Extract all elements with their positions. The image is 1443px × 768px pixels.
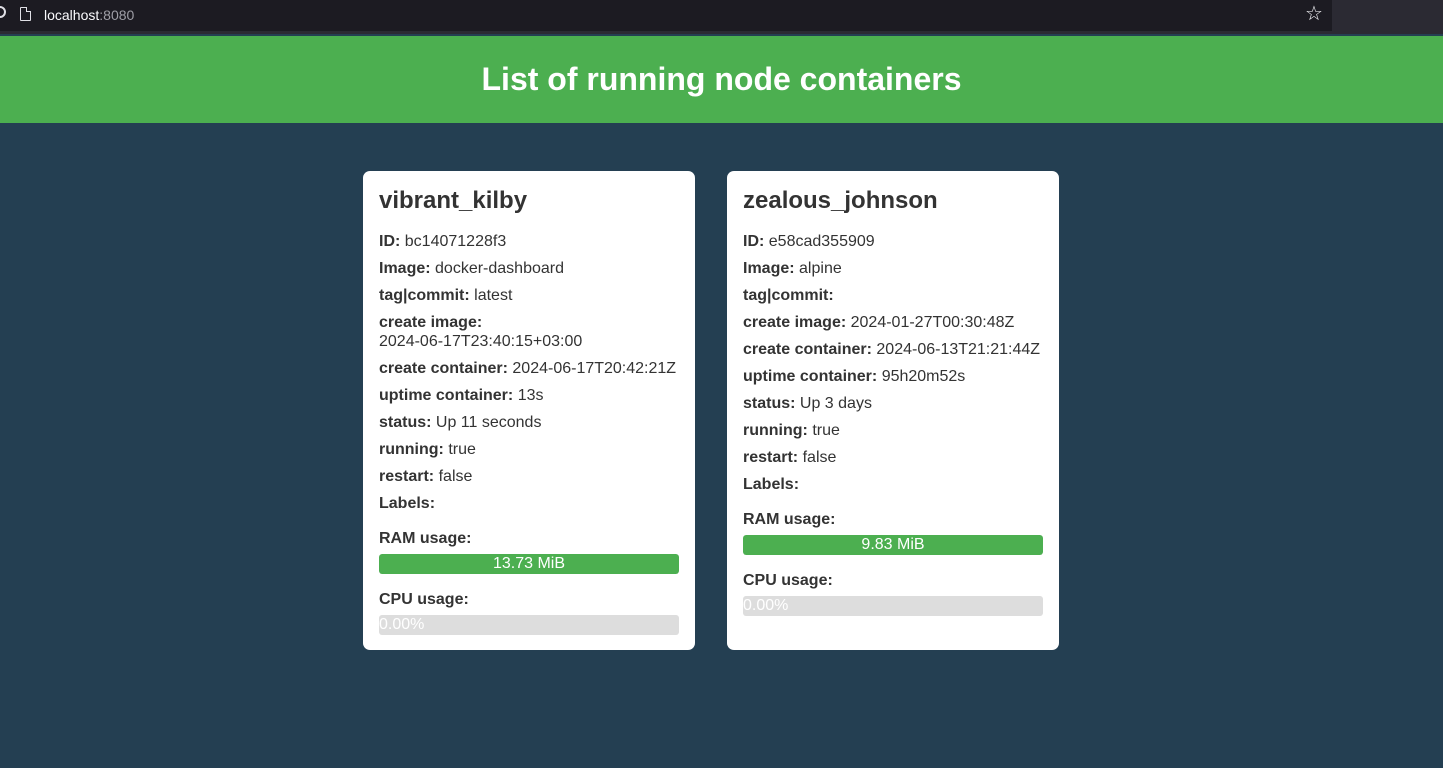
field-label: Labels: [743, 476, 800, 493]
field-label: restart: [379, 468, 435, 485]
field-uptime: uptime container: 95h20m52s [743, 367, 1043, 386]
field-uptime: uptime container: 13s [379, 386, 679, 405]
url-bar[interactable]: localhost:8080 ☆ [0, 0, 1332, 31]
field-restart: restart: false [743, 448, 1043, 467]
field-label: uptime container: [379, 387, 514, 404]
field-value: 2024-06-13T21:21:44Z [876, 341, 1041, 358]
field-label: uptime container: [743, 368, 878, 385]
field-value: Up 11 seconds [435, 414, 542, 431]
cpu-usage-text: 0.00% [379, 616, 425, 633]
field-value: bc14071228f3 [404, 233, 507, 250]
field-value: 2024-06-17T23:40:15+03:00 [379, 333, 583, 350]
field-label: tag|commit: [379, 287, 470, 304]
url-port: :8080 [99, 7, 135, 23]
cpu-usage-bar: 0.00% [379, 615, 679, 635]
ram-usage-bar: 9.83 MiB [743, 535, 1043, 555]
bookmark-star-icon[interactable]: ☆ [1305, 3, 1323, 25]
field-create-image: create image: 2024-06-17T23:40:15+03:00 [379, 313, 679, 351]
field-value: e58cad355909 [768, 233, 875, 250]
field-label: ID: [743, 233, 765, 250]
field-create-image: create image: 2024-01-27T00:30:48Z [743, 313, 1043, 332]
field-running: running: true [743, 421, 1043, 440]
field-label: tag|commit: [743, 287, 834, 304]
field-label: running: [379, 441, 444, 458]
ram-usage-label: RAM usage: [743, 511, 836, 528]
field-label: running: [743, 422, 808, 439]
field-value: docker-dashboard [435, 260, 564, 277]
field-value: true [448, 441, 476, 458]
field-label: create container: [379, 360, 508, 377]
cpu-usage-text: 0.00% [743, 597, 789, 614]
field-value: 13s [517, 387, 544, 404]
field-label: status: [743, 395, 796, 412]
cpu-usage-label: CPU usage: [743, 572, 833, 589]
field-label: status: [379, 414, 432, 431]
toolbar-right [1332, 0, 1443, 31]
field-tag-commit: tag|commit: latest [379, 286, 679, 305]
field-value: 2024-06-17T20:42:21Z [512, 360, 677, 377]
field-image: Image: alpine [743, 259, 1043, 278]
field-value: Up 3 days [799, 395, 872, 412]
ram-usage-bar: 13.73 MiB [379, 554, 679, 574]
cpu-usage-bar: 0.00% [743, 596, 1043, 616]
cpu-usage-label: CPU usage: [379, 591, 469, 608]
field-label: create image: [379, 314, 483, 331]
ram-usage-label: RAM usage: [379, 530, 472, 547]
field-label: create image: [743, 314, 847, 331]
field-label: ID: [379, 233, 401, 250]
field-label: Image: [379, 260, 431, 277]
field-label: Labels: [379, 495, 436, 512]
field-label: restart: [743, 449, 799, 466]
field-status: status: Up 3 days [743, 394, 1043, 413]
url-host: localhost [44, 7, 100, 23]
shield-icon[interactable] [0, 6, 6, 18]
field-id: ID: e58cad355909 [743, 232, 1043, 251]
field-value: latest [474, 287, 513, 304]
container-card: vibrant_kilby ID: bc14071228f3 Image: do… [363, 171, 695, 650]
field-value: false [438, 468, 473, 485]
ram-usage-text: 13.73 MiB [492, 555, 566, 572]
field-value: true [812, 422, 840, 439]
container-card: zealous_johnson ID: e58cad355909 Image: … [727, 171, 1059, 650]
field-tag-commit: tag|commit: [743, 286, 1043, 305]
page-icon [20, 7, 31, 21]
field-restart: restart: false [379, 467, 679, 486]
container-name: vibrant_kilby [379, 187, 528, 214]
field-labels: Labels: [743, 475, 1043, 494]
field-value: 2024-01-27T00:30:48Z [850, 314, 1015, 331]
container-name: zealous_johnson [743, 187, 938, 214]
ram-usage-text: 9.83 MiB [861, 536, 925, 553]
field-id: ID: bc14071228f3 [379, 232, 679, 251]
field-value: alpine [799, 260, 842, 277]
field-create-container: create container: 2024-06-17T20:42:21Z [379, 359, 679, 378]
field-value: 95h20m52s [881, 368, 966, 385]
page-title: List of running node containers [481, 61, 962, 97]
field-status: status: Up 11 seconds [379, 413, 679, 432]
field-running: running: true [379, 440, 679, 459]
field-labels: Labels: [379, 494, 679, 513]
field-label: create container: [743, 341, 872, 358]
field-create-container: create container: 2024-06-13T21:21:44Z [743, 340, 1043, 359]
field-value: false [802, 449, 837, 466]
browser-toolbar: localhost:8080 ☆ [0, 0, 1443, 34]
field-label: Image: [743, 260, 795, 277]
page-header: List of running node containers [0, 36, 1443, 123]
url-text[interactable]: localhost:8080 [44, 7, 134, 23]
field-image: Image: docker-dashboard [379, 259, 679, 278]
